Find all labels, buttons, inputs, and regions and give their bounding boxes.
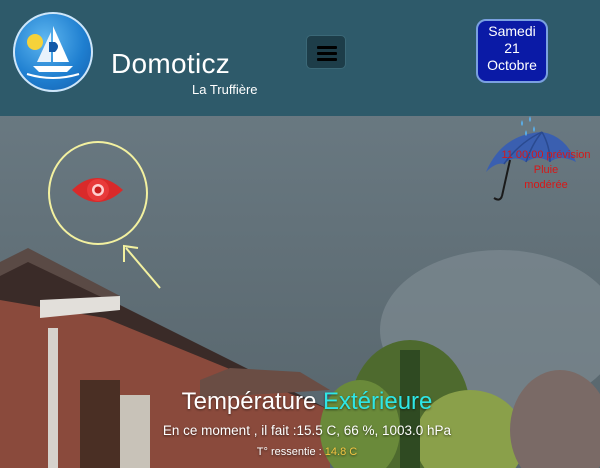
forecast-condition: Pluie [533,164,559,176]
feels-like-value: 14.8 C [324,446,358,458]
forecast-time: 11 00:00 prévision [501,149,591,161]
weather-forecast-text: 11 00:00 prévision Pluie modérée [492,148,600,193]
temperature-title: Température Extérieure [0,388,600,416]
arrow-pointer-icon [123,244,161,289]
feels-like-label: T° ressentie : [256,446,322,458]
hamburger-menu-button[interactable] [306,35,346,69]
menu-icon [317,46,337,49]
day-number: 21 [504,40,520,56]
current-conditions: En ce moment , il fait :15.5 C, 66 %, 10… [162,423,452,438]
eye-icon[interactable] [70,172,125,208]
forecast-intensity: modérée [524,179,568,191]
temperature-title-accent: Extérieure [323,388,433,415]
domoticz-logo[interactable] [13,12,93,92]
month-name: Octobre [487,57,537,73]
sailboat-logo-icon [26,26,80,79]
temperature-title-prefix: Température [181,388,317,415]
date-display: Samedi 21 Octobre [476,19,548,83]
app-subtitle: La Truffière [192,82,258,97]
day-name: Samedi [488,23,536,39]
header-bar: Domoticz La Truffière Samedi 21 Octobre [0,0,600,116]
feels-like: T° ressentie : 14.8 C [0,446,600,458]
app-title: Domoticz [111,48,231,79]
